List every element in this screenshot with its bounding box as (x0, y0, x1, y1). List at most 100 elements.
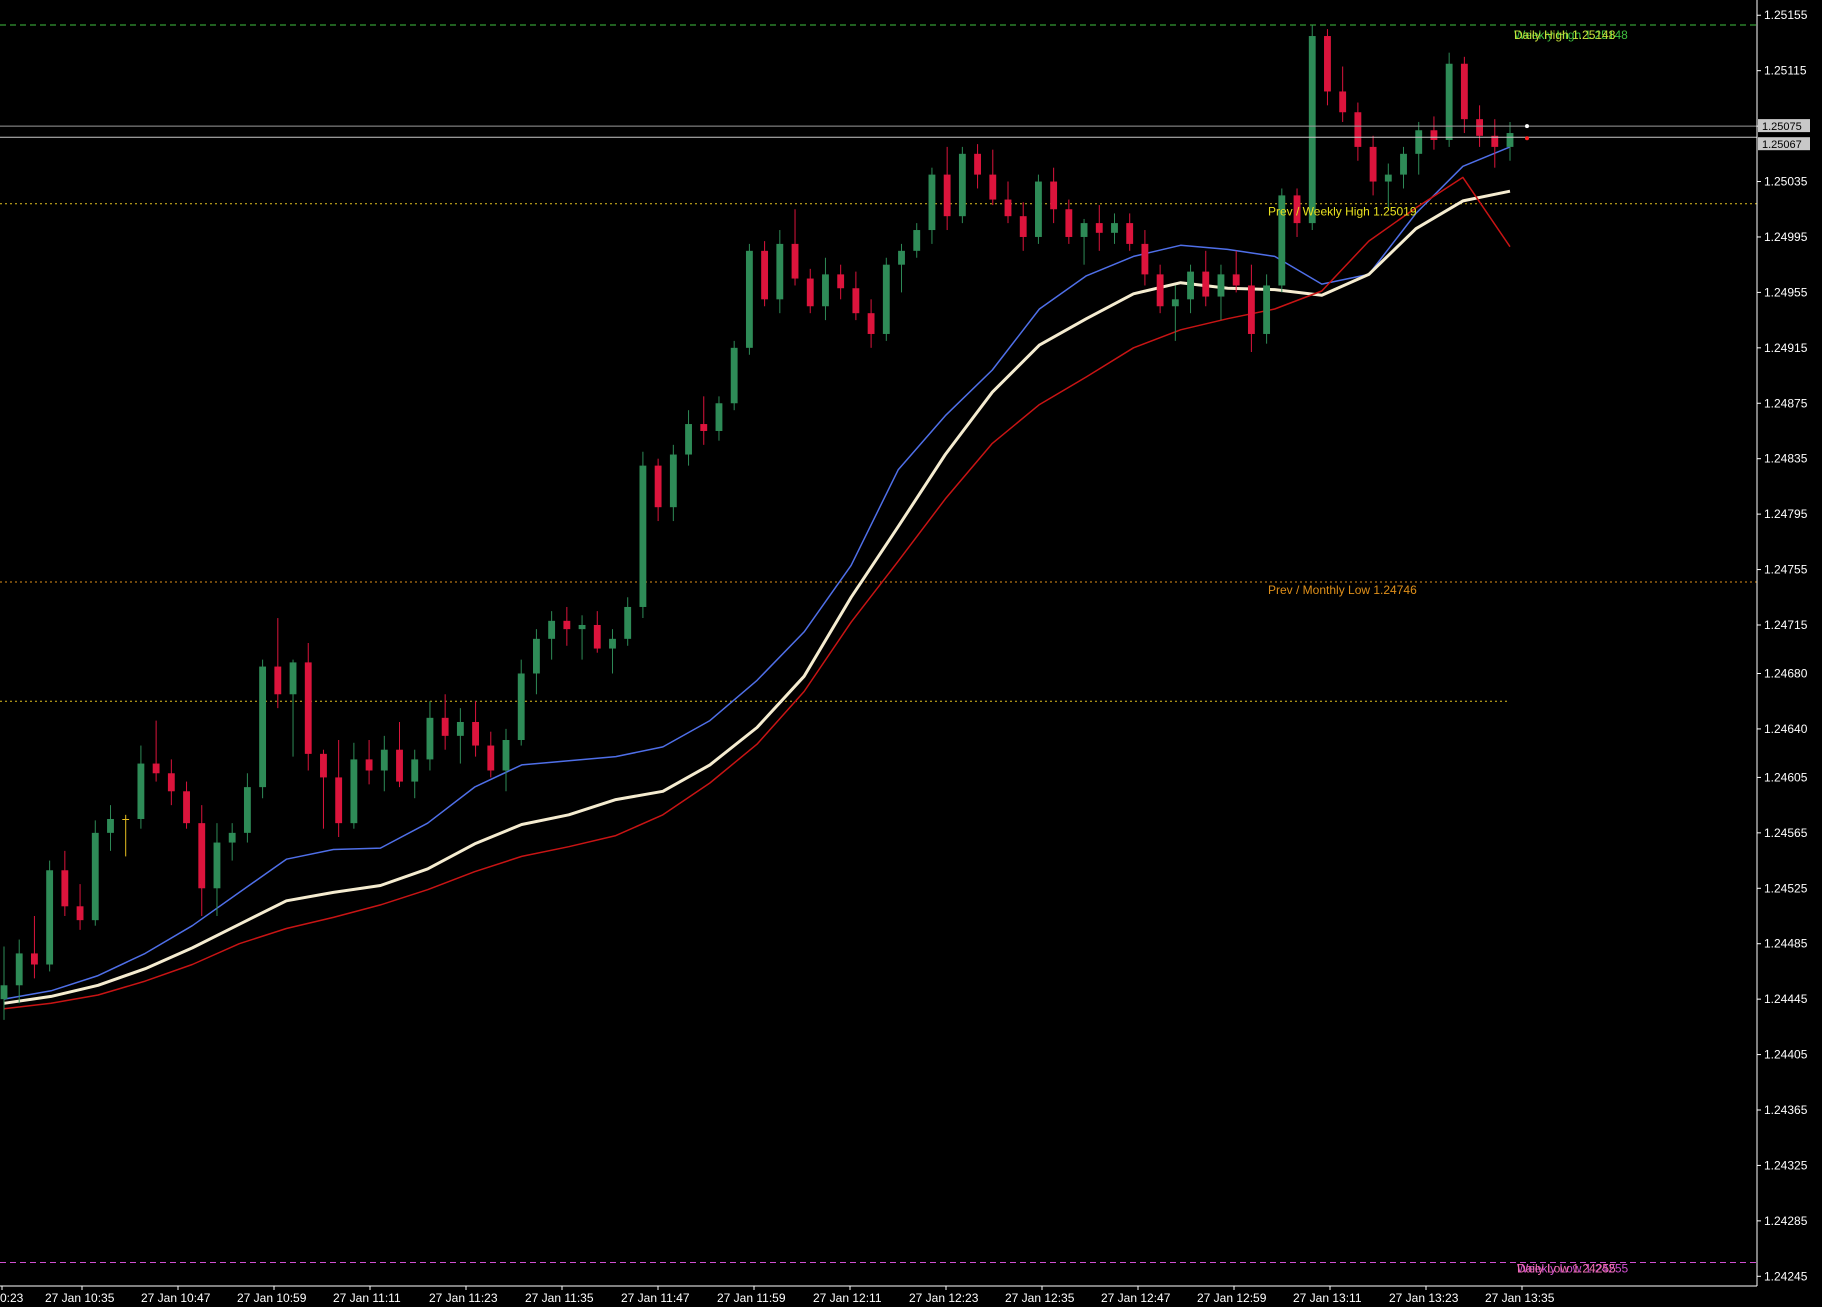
candle-body (472, 721, 479, 746)
candle-body (761, 250, 769, 300)
candle-body (1247, 285, 1255, 334)
candle-body (1354, 112, 1362, 147)
candle-body (1506, 133, 1514, 147)
candle-body (259, 666, 267, 788)
candle-body (730, 347, 738, 404)
candle-body (15, 953, 23, 986)
candle-body (502, 740, 510, 771)
candle[interactable] (259, 659, 267, 799)
candle-body (0, 985, 8, 1000)
candle-body (1095, 223, 1103, 233)
candle-body (578, 624, 586, 630)
candle-body (1324, 36, 1331, 92)
candle-body (593, 624, 601, 649)
y-tick-label: 1.24525 (1764, 881, 1808, 895)
candle[interactable] (1308, 24, 1316, 231)
candle-body (1232, 274, 1240, 286)
candle-body (456, 721, 464, 736)
candle-body (867, 313, 875, 334)
candle-body (1263, 285, 1271, 334)
candle[interactable] (91, 820, 99, 926)
candle-body (974, 153, 981, 175)
candle[interactable] (730, 340, 738, 411)
level-label: Daily Low 1.24255 (1517, 1261, 1616, 1275)
x-tick-label: 27 Jan 11:59 (717, 1291, 786, 1305)
y-tick-label: 1.24680 (1764, 666, 1808, 680)
x-tick-label: 27 Jan 12:59 (1197, 1291, 1267, 1305)
candle-body (1384, 174, 1392, 182)
candle[interactable] (1445, 52, 1453, 147)
candle-body (441, 717, 449, 736)
candle[interactable] (761, 241, 769, 307)
candle-body (411, 759, 419, 782)
candle[interactable] (958, 146, 966, 224)
candle-body (1308, 36, 1316, 224)
candle-body (928, 174, 936, 231)
candle-body (1202, 271, 1210, 297)
candle-body (1400, 153, 1407, 175)
x-tick-label: 27 Jan 12:47 (1101, 1291, 1171, 1305)
candle-body (31, 953, 38, 965)
candle[interactable] (46, 860, 54, 972)
candle-body (715, 403, 723, 431)
candle-body (1430, 130, 1438, 140)
x-tick-label: 27 Jan 12:11 (813, 1291, 882, 1305)
candle-body (320, 753, 327, 778)
candle[interactable] (882, 257, 890, 341)
candle-body (76, 906, 84, 921)
candle-body (806, 278, 814, 307)
price-tag: 1.25075 (1758, 119, 1810, 133)
candle[interactable] (1035, 174, 1042, 244)
candle-body (1476, 119, 1483, 136)
y-tick-label: 1.24605 (1764, 770, 1808, 784)
candle-body (533, 638, 540, 674)
x-tick-label: 27 Jan 11:47 (621, 1291, 690, 1305)
candle-body (609, 638, 616, 649)
x-tick-label: 27 Jan 12:35 (1005, 1291, 1075, 1305)
candle[interactable] (745, 243, 753, 355)
candle-body (426, 717, 434, 760)
candle-body (487, 745, 495, 771)
candle-body (1415, 130, 1423, 154)
y-tick-label: 1.24365 (1764, 1103, 1808, 1117)
x-tick-label: 27 Jan 12:23 (909, 1291, 979, 1305)
candlestick-chart[interactable]: 1.25155 1.25115 1.25075 1.25035 1.24995 1.249… (0, 0, 1822, 1307)
candle-body (639, 465, 647, 607)
candle-body (1156, 274, 1164, 307)
y-tick-label: 1.24715 (1764, 618, 1808, 632)
y-tick-label: 1.24445 (1764, 992, 1808, 1006)
y-tick-label: 1.24405 (1764, 1048, 1808, 1062)
candle-body (1445, 63, 1453, 140)
candle-body (274, 666, 282, 695)
candle-body (1126, 223, 1134, 244)
candle-body (228, 832, 236, 843)
y-tick-label: 1.24795 (1764, 507, 1808, 521)
y-tick-label: 1.24835 (1764, 452, 1808, 466)
x-tick-label: 27 Jan 10:59 (237, 1291, 307, 1305)
candle-body (852, 288, 860, 314)
candle-body (1004, 199, 1012, 217)
candle-body (669, 454, 677, 508)
chart-root: 1.25155 1.25115 1.25075 1.25035 1.24995 1.249… (0, 0, 1822, 1307)
y-tick-label: 1.24565 (1764, 826, 1808, 840)
candle-body (1460, 63, 1468, 120)
candle-body (1171, 299, 1179, 307)
candle-body (122, 818, 130, 820)
candle[interactable] (639, 451, 647, 619)
y-tick-label: 1.24640 (1764, 722, 1808, 736)
x-tick-label: 27 Jan 11:11 (333, 1291, 401, 1305)
y-tick-label: 1.24915 (1764, 341, 1808, 355)
y-tick-label: 1.24485 (1764, 937, 1808, 951)
candle-body (396, 749, 403, 782)
price-tag-label: 1.25075 (1762, 121, 1802, 133)
candle-body (335, 777, 343, 824)
y-tick-label: 1.24875 (1764, 396, 1808, 410)
candle-body (1369, 146, 1377, 182)
candle-body (958, 153, 966, 217)
candle-body (548, 620, 556, 639)
x-tick-label: 27 Jan 11:23 (429, 1291, 498, 1305)
candle-body (243, 787, 251, 833)
candle-body (213, 842, 221, 889)
candle-body (654, 465, 662, 508)
candle-body (1141, 243, 1149, 275)
